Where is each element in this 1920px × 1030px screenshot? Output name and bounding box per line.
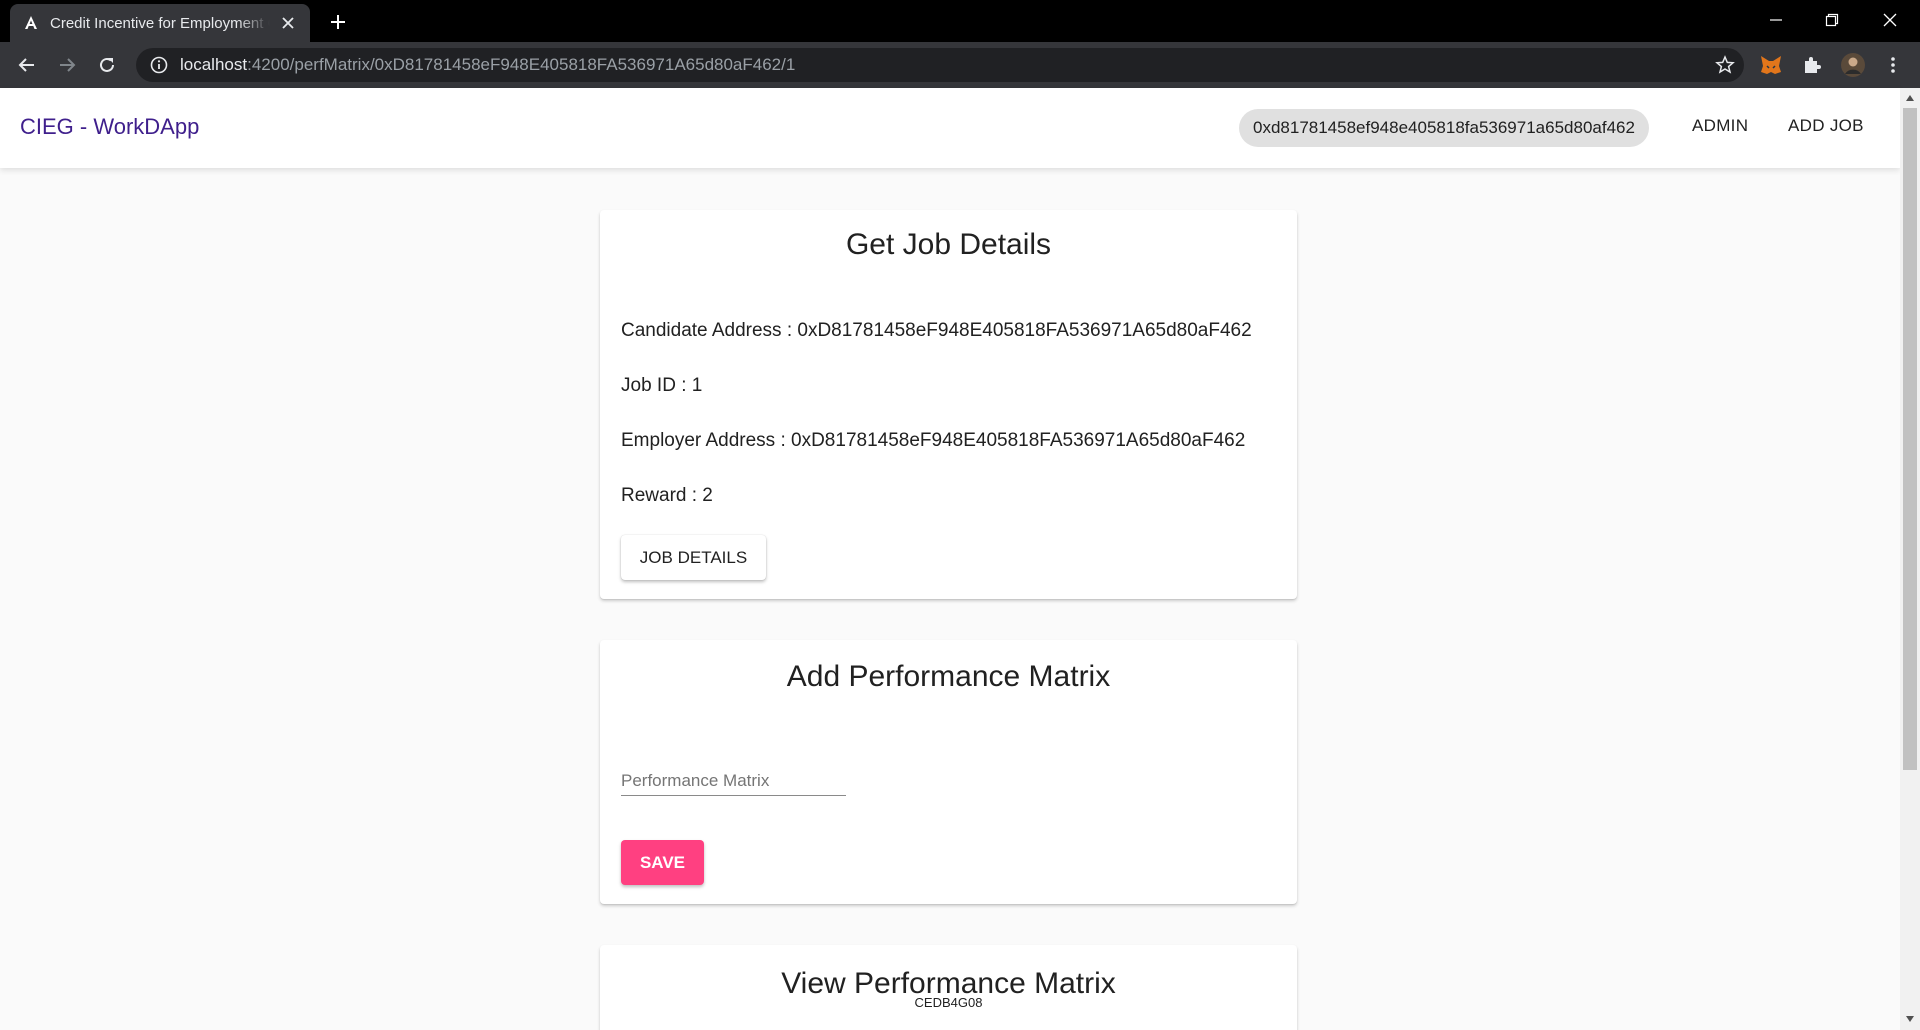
- add-matrix-title: Add Performance Matrix: [786, 660, 1111, 693]
- employer-address: Employer Address : 0xD81781458eF948E4058…: [621, 430, 1246, 451]
- back-icon[interactable]: [11, 49, 43, 81]
- site-info-icon[interactable]: [150, 56, 168, 74]
- job-id: Job ID : 1: [621, 375, 703, 396]
- scroll-up-arrow-icon[interactable]: [1904, 92, 1916, 104]
- browser-toolbar: localhost:4200/perfMatrix/0xD81781458eF9…: [0, 42, 1920, 88]
- brand-title[interactable]: CIEG - WorkDApp: [20, 114, 199, 140]
- job-details-title: Get Job Details: [845, 228, 1052, 261]
- address-bar[interactable]: localhost:4200/perfMatrix/0xD81781458eF9…: [136, 48, 1744, 82]
- restore-icon[interactable]: [1808, 0, 1856, 40]
- forward-icon[interactable]: [51, 49, 83, 81]
- browser-tab[interactable]: Credit Incentive for Employment Generati…: [10, 4, 310, 42]
- scrollbar-thumb[interactable]: [1903, 108, 1917, 770]
- job-details-card: Get Job Details Candidate Address : 0xD8…: [600, 210, 1297, 599]
- performance-matrix-code: CEDB4G08: [914, 995, 983, 1010]
- extensions-puzzle-icon[interactable]: [1797, 50, 1827, 80]
- app-header: CIEG - WorkDApp 0xd81781458ef948e405818f…: [0, 88, 1900, 168]
- nav-add-job-link[interactable]: ADD JOB: [1788, 116, 1864, 136]
- job-details-button[interactable]: JOB DETAILS: [621, 535, 766, 580]
- save-button[interactable]: SAVE: [621, 840, 704, 885]
- performance-matrix-input[interactable]: [621, 760, 846, 796]
- wallet-address-chip: 0xd81781458ef948e405818fa536971a65d80af4…: [1239, 109, 1649, 147]
- nav-admin-link[interactable]: ADMIN: [1692, 116, 1748, 136]
- candidate-address: Candidate Address : 0xD81781458eF948E405…: [621, 320, 1252, 341]
- close-tab-icon[interactable]: [278, 13, 298, 33]
- metamask-extension-icon[interactable]: [1756, 50, 1786, 80]
- angular-favicon-icon: [22, 14, 40, 32]
- new-tab-icon[interactable]: [324, 8, 352, 36]
- minimize-icon[interactable]: [1752, 0, 1800, 40]
- browser-menu-icon[interactable]: [1878, 50, 1908, 80]
- reward: Reward : 2: [621, 485, 713, 506]
- browser-tab-strip: Credit Incentive for Employment Generati…: [0, 0, 1920, 42]
- reload-icon[interactable]: [91, 49, 123, 81]
- add-performance-matrix-card: Add Performance Matrix SAVE: [600, 640, 1297, 904]
- profile-avatar-icon[interactable]: [1838, 50, 1868, 80]
- bookmark-star-icon[interactable]: [1710, 50, 1740, 80]
- url-text: localhost:4200/perfMatrix/0xD81781458eF9…: [180, 55, 796, 74]
- view-performance-matrix-card: View Performance Matrix CEDB4G08: [600, 945, 1297, 1030]
- close-window-icon[interactable]: [1866, 0, 1914, 40]
- tab-title: Credit Incentive for Employment Generati…: [50, 14, 270, 32]
- scroll-down-arrow-icon[interactable]: [1904, 1013, 1916, 1025]
